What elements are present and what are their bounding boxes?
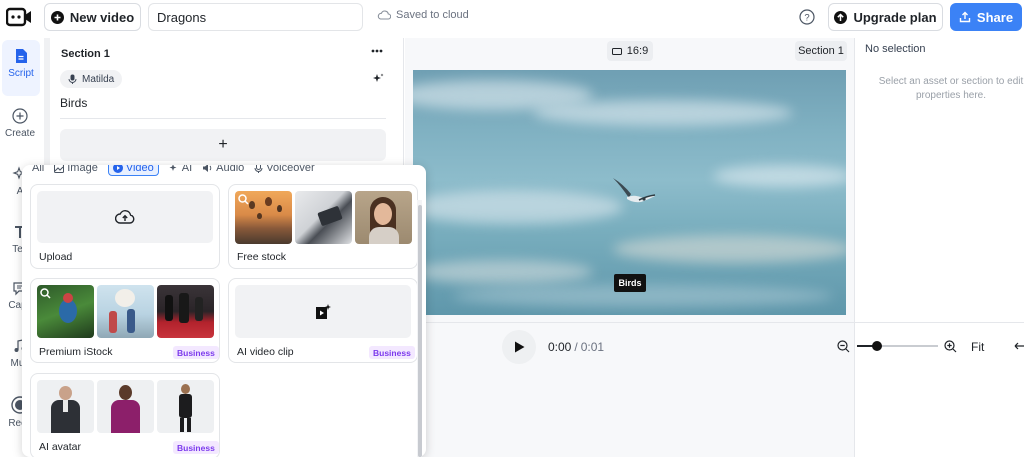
properties-panel: No selection Select an asset or section … xyxy=(854,38,1024,457)
stock-thumbnail xyxy=(295,191,352,244)
add-section-button[interactable]: + xyxy=(60,129,386,161)
player-divider xyxy=(405,322,1024,323)
mic-icon xyxy=(68,74,77,84)
tab-audio[interactable]: Audio xyxy=(202,165,244,174)
share-label: Share xyxy=(976,9,1014,25)
aspect-ratio-button[interactable]: 16:9 xyxy=(607,41,653,61)
more-options-icon[interactable] xyxy=(370,46,384,56)
play-button[interactable] xyxy=(502,330,536,364)
tab-audio-label: Audio xyxy=(216,165,245,174)
cloud-upload-icon xyxy=(115,209,135,225)
image-icon xyxy=(54,165,65,173)
subtitle-overlay[interactable]: Birds xyxy=(614,274,646,292)
saved-status: Saved to cloud xyxy=(377,9,469,21)
free-stock-label: Free stock xyxy=(237,251,287,263)
tab-ai[interactable]: AI xyxy=(169,165,192,174)
time-separator: / xyxy=(574,340,578,354)
zoom-in-icon[interactable] xyxy=(944,340,957,353)
svg-text:?: ? xyxy=(804,13,809,24)
duration: 0:01 xyxy=(580,340,605,354)
rail-item-script[interactable]: Script xyxy=(2,40,40,96)
upgrade-plan-button[interactable]: Upgrade plan xyxy=(828,3,943,31)
tab-image[interactable]: Image xyxy=(54,165,98,174)
time-display: 0:00 / 0:01 xyxy=(548,340,604,354)
properties-header: No selection xyxy=(865,43,926,55)
collapse-arrow-icon[interactable] xyxy=(1012,340,1024,352)
search-icon xyxy=(238,194,249,205)
upload-drop-area[interactable] xyxy=(37,191,213,243)
stock-thumbnail xyxy=(97,285,154,338)
avatar-thumbnail xyxy=(37,380,94,433)
premium-istock-card[interactable]: Premium iStock Business xyxy=(30,278,220,363)
new-video-label: New video xyxy=(69,9,135,25)
new-video-button[interactable]: New video xyxy=(44,3,141,31)
bird-image xyxy=(611,174,657,210)
sparkle-icon xyxy=(169,165,179,173)
tab-all[interactable]: All xyxy=(32,165,44,174)
rail-item-create[interactable]: Create xyxy=(0,108,40,139)
voice-selector[interactable]: Matilda xyxy=(60,70,123,88)
speaker-icon xyxy=(202,165,213,173)
ai-video-clip-card[interactable]: AI video clip Business xyxy=(228,278,418,363)
section-title: Section 1 xyxy=(61,48,110,60)
plus-circle-icon xyxy=(12,108,28,124)
properties-hint: Select an asset or section to edit prope… xyxy=(878,76,1024,101)
zoom-slider[interactable] xyxy=(857,341,938,351)
document-icon xyxy=(14,48,28,64)
ai-video-icon xyxy=(314,303,332,321)
video-title-input[interactable]: Dragons xyxy=(148,3,363,31)
rail-label-create: Create xyxy=(4,128,35,139)
fit-button[interactable]: Fit xyxy=(971,340,984,354)
rail-label-script: Script xyxy=(8,68,34,79)
media-tabs: All Image Video AI Audio Voiceover xyxy=(22,165,426,177)
stock-thumbnail xyxy=(355,191,412,244)
aspect-ratio-icon xyxy=(611,47,622,55)
business-badge: Business xyxy=(173,441,219,454)
zoom-out-icon[interactable] xyxy=(837,340,850,353)
ai-video-clip-label: AI video clip xyxy=(237,346,294,358)
ai-sparkle-icon[interactable] xyxy=(372,73,384,85)
tab-all-label: All xyxy=(32,165,45,174)
media-library-popup: All Image Video AI Audio Voiceover Uploa… xyxy=(22,165,426,457)
aspect-ratio-label: 16:9 xyxy=(626,45,649,57)
avatar-thumbnail xyxy=(157,380,214,433)
arrow-up-circle-icon xyxy=(834,10,848,24)
upgrade-plan-label: Upgrade plan xyxy=(853,9,937,25)
cloud-icon xyxy=(377,10,391,20)
voice-name: Matilda xyxy=(82,73,115,85)
mic-icon xyxy=(254,165,263,173)
search-icon xyxy=(40,288,51,299)
section-label-badge: Section 1 xyxy=(795,41,847,61)
ai-avatar-label: AI avatar xyxy=(39,441,82,453)
share-button[interactable]: Share xyxy=(950,3,1022,31)
share-icon xyxy=(959,11,971,23)
top-bar: New video Dragons Saved to cloud ? Upgra… xyxy=(0,0,1024,34)
tab-voiceover-label: Voiceover xyxy=(266,165,315,174)
ai-video-clip-area[interactable] xyxy=(235,285,411,338)
stock-thumbnail xyxy=(157,285,214,338)
tab-voiceover[interactable]: Voiceover xyxy=(254,165,315,174)
divider xyxy=(60,118,386,119)
play-icon xyxy=(514,341,525,353)
avatar-thumbnail xyxy=(97,380,154,433)
business-badge: Business xyxy=(369,346,415,359)
current-time: 0:00 xyxy=(548,340,572,354)
free-stock-card[interactable]: Free stock xyxy=(228,184,418,269)
app-logo-icon[interactable] xyxy=(6,6,32,28)
upload-card[interactable]: Upload xyxy=(30,184,220,269)
upload-label: Upload xyxy=(39,251,73,263)
script-text[interactable]: Birds xyxy=(60,96,87,110)
tab-ai-label: AI xyxy=(181,165,193,174)
business-badge: Business xyxy=(173,346,219,359)
help-icon[interactable]: ? xyxy=(799,9,815,25)
plus-circle-icon xyxy=(50,10,64,24)
ai-avatar-card[interactable]: AI avatar Business xyxy=(30,373,220,457)
video-icon xyxy=(112,165,123,173)
tab-video[interactable]: Video xyxy=(107,165,159,176)
tab-video-label: Video xyxy=(125,165,154,174)
popup-scrollbar-thumb[interactable] xyxy=(418,205,422,457)
saved-status-label: Saved to cloud xyxy=(396,9,469,21)
premium-istock-label: Premium iStock xyxy=(39,346,113,358)
tab-image-label: Image xyxy=(67,165,98,174)
